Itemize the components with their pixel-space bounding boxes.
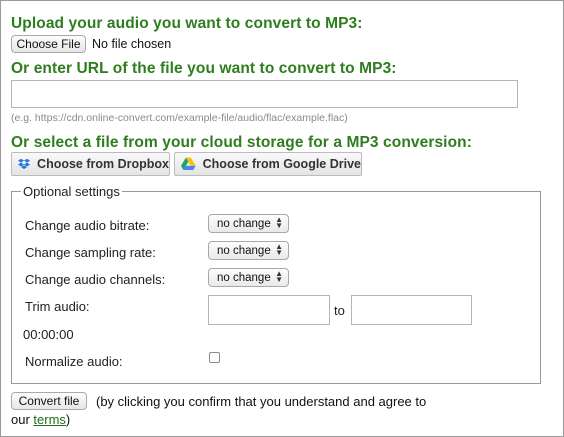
no-file-chosen-text: No file chosen — [92, 37, 172, 51]
consent-our-text: our — [11, 412, 34, 427]
upload-heading: Upload your audio you want to convert to… — [11, 15, 363, 32]
dropbox-button[interactable]: Choose from Dropbox — [11, 152, 170, 176]
terms-link[interactable]: terms — [33, 412, 66, 427]
consent-text-line2: our terms) — [11, 412, 70, 427]
trim-end-input[interactable] — [351, 295, 472, 325]
sampling-rate-select[interactable]: no change ▲ ▼ — [208, 241, 289, 260]
channels-select[interactable]: no change ▲ ▼ — [208, 268, 289, 287]
channels-select-value: no change — [217, 271, 271, 284]
trim-audio-label: Trim audio: — [25, 299, 90, 314]
convert-file-button[interactable]: Convert file — [11, 392, 87, 410]
dropbox-icon — [18, 158, 31, 170]
consent-text: (by clicking you confirm that you unders… — [96, 394, 427, 409]
trim-to-label: to — [334, 303, 345, 318]
url-input[interactable] — [11, 80, 518, 108]
google-drive-icon — [181, 157, 196, 171]
select-arrows-icon: ▲ ▼ — [275, 215, 283, 230]
trim-start-input[interactable] — [208, 295, 330, 325]
select-arrows-icon: ▲ ▼ — [275, 269, 283, 284]
sampling-rate-select-value: no change — [217, 244, 271, 257]
normalize-audio-checkbox[interactable] — [209, 352, 220, 363]
url-heading: Or enter URL of the file you want to con… — [11, 60, 397, 77]
google-drive-button[interactable]: Choose from Google Drive — [174, 152, 362, 176]
choose-file-button[interactable]: Choose File — [11, 35, 86, 53]
bitrate-select[interactable]: no change ▲ ▼ — [208, 214, 289, 233]
trim-time-text: 00:00:00 — [23, 327, 74, 342]
sampling-rate-label: Change sampling rate: — [25, 245, 156, 260]
bitrate-label: Change audio bitrate: — [25, 218, 150, 233]
select-arrows-icon: ▲ ▼ — [275, 242, 283, 257]
url-example-hint: (e.g. https://cdn.online-convert.com/exa… — [11, 112, 348, 124]
optional-settings-legend: Optional settings — [23, 184, 120, 199]
normalize-audio-label: Normalize audio: — [25, 354, 123, 369]
dropbox-button-label: Choose from Dropbox — [37, 157, 169, 171]
consent-closing-text: ) — [65, 412, 71, 427]
bitrate-select-value: no change — [217, 217, 271, 230]
google-drive-button-label: Choose from Google Drive — [202, 157, 361, 171]
cloud-heading: Or select a file from your cloud storage… — [11, 134, 472, 151]
channels-label: Change audio channels: — [25, 272, 166, 287]
